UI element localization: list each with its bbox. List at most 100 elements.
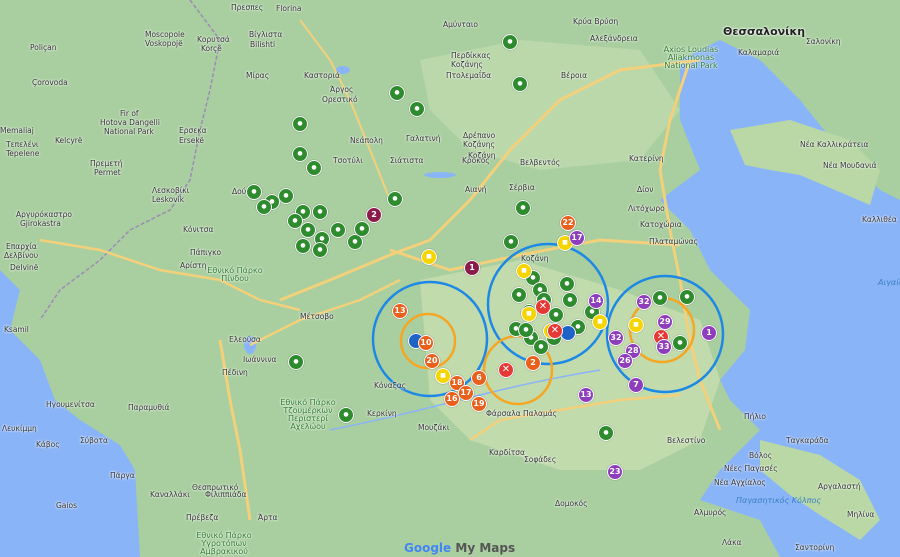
place-label: Φάρσαλα — [486, 409, 521, 418]
cluster-marker[interactable]: 10 — [418, 335, 434, 351]
paw-marker-icon[interactable] — [292, 146, 308, 162]
paw-marker-icon[interactable] — [679, 289, 695, 305]
map-canvas[interactable]: Πρεσπες Florina Αμύνταιο Κρύα Βρύση Moscopol… — [0, 0, 900, 557]
cluster-marker[interactable]: 7 — [628, 377, 644, 393]
cross-marker-icon[interactable]: ✕ — [498, 362, 514, 378]
paw-marker-icon[interactable] — [672, 335, 688, 351]
paw-marker-icon[interactable] — [292, 116, 308, 132]
place-label: Αργυρόκαστρο — [16, 210, 73, 219]
paw-marker-icon[interactable] — [338, 407, 354, 423]
place-label: Πτολεμαΐδα — [446, 71, 492, 80]
border — [39, 0, 221, 321]
place-label: Σοφάδες — [524, 455, 557, 464]
cluster-marker[interactable]: 2 — [366, 207, 382, 223]
place-label: Βίγλιστα — [249, 30, 283, 39]
place-label: Λευκίμμη — [2, 424, 37, 433]
cluster-marker[interactable]: 17 — [569, 230, 585, 246]
paw-marker-icon[interactable] — [312, 204, 328, 220]
place-label: Γαλατινή — [406, 134, 441, 143]
sheep-marker-icon[interactable] — [421, 249, 437, 265]
paw-marker-icon[interactable] — [511, 287, 527, 303]
cluster-marker[interactable]: 1 — [701, 325, 717, 341]
place-label: Κοζάνης — [451, 60, 483, 69]
place-label: Voskopojë — [145, 39, 183, 48]
cluster-marker[interactable]: 19 — [471, 396, 487, 412]
cluster-marker[interactable]: 22 — [560, 215, 576, 231]
park-label: Εθνικό Πάρκο Πίνδου — [207, 266, 263, 283]
cross-marker-icon[interactable]: ✕ — [547, 323, 563, 339]
cluster-marker[interactable]: 32 — [636, 294, 652, 310]
place-label: Καναλλάκι — [150, 490, 190, 499]
paw-marker-icon[interactable] — [288, 354, 304, 370]
place-label: Πήλιο — [744, 412, 766, 421]
paw-marker-icon[interactable] — [387, 191, 403, 207]
paw-marker-icon[interactable] — [562, 292, 578, 308]
cluster-marker[interactable]: 26 — [617, 353, 633, 369]
paw-marker-icon[interactable] — [512, 76, 528, 92]
paw-marker-icon[interactable] — [518, 322, 534, 338]
place-label: Ιωάννινα — [243, 355, 277, 364]
paw-marker-icon[interactable] — [354, 221, 370, 237]
cluster-marker[interactable]: 6 — [471, 370, 487, 386]
place-label: Ταγκαράδα — [786, 436, 829, 445]
paw-marker-icon[interactable] — [559, 276, 575, 292]
place-label: Σέρβια — [509, 183, 535, 192]
place-label: Ερσεκα — [179, 126, 207, 135]
paw-marker-icon[interactable] — [503, 234, 519, 250]
place-label: Τεπελένι — [6, 140, 39, 149]
place-label: National Park — [104, 127, 154, 136]
cluster-marker[interactable]: 20 — [424, 353, 440, 369]
place-label: Βόλος — [749, 451, 773, 460]
place-label: Λιτόχωρο — [628, 204, 665, 213]
paw-marker-icon[interactable] — [409, 101, 425, 117]
sheep-marker-icon[interactable] — [592, 314, 608, 330]
place-label: Çorovoda — [32, 78, 68, 87]
cluster-marker[interactable]: 16 — [444, 391, 460, 407]
cross-marker-icon[interactable]: ✕ — [535, 299, 551, 315]
map-attribution[interactable]: Google My Maps — [404, 541, 515, 555]
cluster-marker[interactable]: 14 — [588, 293, 604, 309]
my-maps-label: My Maps — [455, 541, 516, 555]
place-label: Κατερίνη — [629, 154, 664, 163]
place-label: Πρεσπες — [231, 3, 264, 12]
paw-marker-icon[interactable] — [312, 242, 328, 258]
paw-marker-icon[interactable] — [295, 238, 311, 254]
cluster-marker[interactable]: 23 — [607, 464, 623, 480]
paw-marker-icon[interactable] — [306, 160, 322, 176]
paw-marker-icon[interactable] — [246, 184, 262, 200]
cluster-marker[interactable]: 13 — [578, 387, 594, 403]
paw-marker-icon[interactable] — [598, 425, 614, 441]
place-label: Λεσκοβίκι — [152, 186, 190, 195]
park-label: Εθνικό Πάρκο Τζουμέρκων Περιστερί Αχελώο… — [280, 398, 336, 431]
place-label: Κατοχώρια — [640, 220, 682, 229]
place-label: Δελβίνου — [4, 251, 39, 260]
place-label: Πέδινη — [222, 368, 248, 377]
sheep-marker-icon[interactable] — [516, 263, 532, 279]
place-label: Korçë — [201, 44, 222, 53]
paw-marker-icon[interactable] — [330, 222, 346, 238]
lake-polyfytos — [424, 172, 456, 178]
place-label: Tepelene — [6, 149, 40, 158]
paw-marker-icon[interactable] — [515, 200, 531, 216]
sheep-marker-icon[interactable] — [628, 317, 644, 333]
cluster-marker[interactable]: 1 — [464, 260, 480, 276]
paw-marker-icon[interactable] — [652, 290, 668, 306]
cluster-marker[interactable]: 13 — [392, 303, 408, 319]
place-label: Κάβος — [36, 440, 60, 449]
place-label: Καστοριά — [304, 71, 340, 80]
cluster-marker[interactable]: 32 — [608, 330, 624, 346]
paw-marker-icon[interactable] — [502, 34, 518, 50]
cluster-marker[interactable]: 2 — [525, 355, 541, 371]
place-label: Βελεστίνο — [667, 436, 706, 445]
place-label: Πλαταμώνας — [649, 237, 699, 246]
cluster-marker[interactable]: 33 — [656, 339, 672, 355]
place-label: Fir of — [120, 109, 139, 118]
paw-marker-icon[interactable] — [389, 85, 405, 101]
place-label: Gjirokastra — [20, 219, 61, 228]
paw-marker-icon[interactable] — [278, 188, 294, 204]
cluster-marker[interactable]: 29 — [657, 314, 673, 330]
place-label: Κόναξας — [374, 381, 407, 390]
city-label: Θεσσαλονίκη — [723, 25, 806, 38]
paw-marker-icon[interactable] — [256, 199, 272, 215]
place-label: Κορυτσά — [197, 35, 230, 44]
